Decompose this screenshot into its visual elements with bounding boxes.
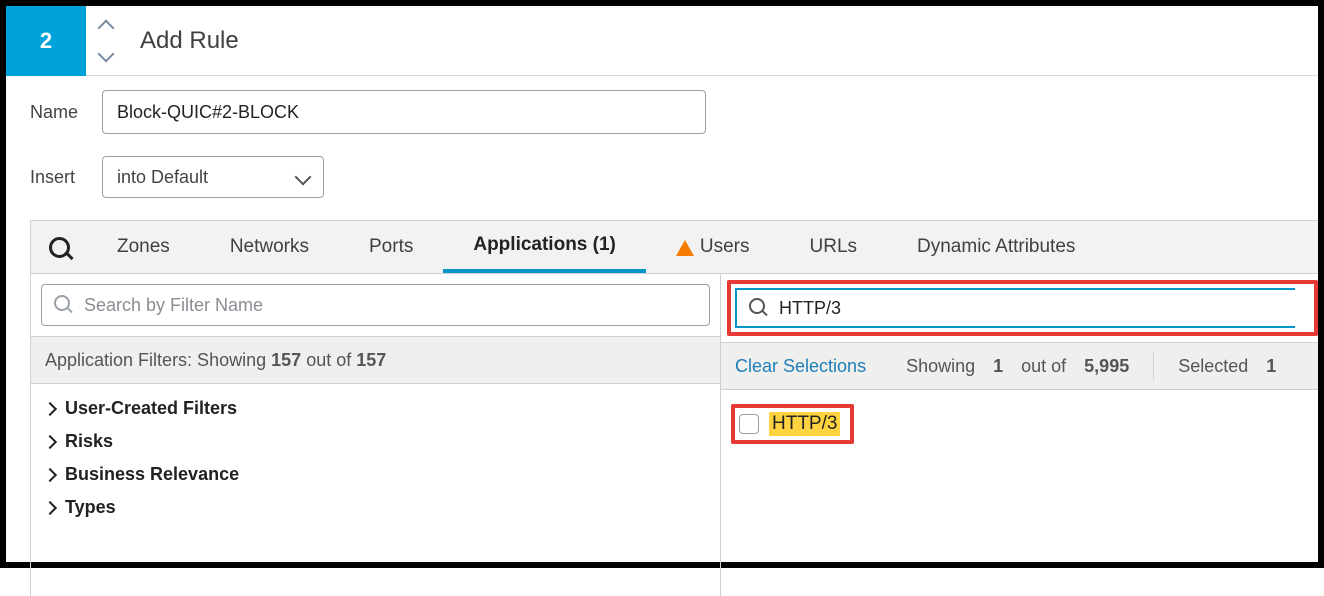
filter-user-created[interactable]: User-Created Filters bbox=[41, 398, 720, 419]
tab-label: Dynamic Attributes bbox=[917, 236, 1075, 258]
tab-urls[interactable]: URLs bbox=[780, 221, 888, 273]
rule-stepper bbox=[86, 6, 126, 76]
tab-label: Applications (1) bbox=[473, 234, 616, 256]
tab-dynamic-attributes[interactable]: Dynamic Attributes bbox=[887, 221, 1105, 273]
insert-row: Insert into Default bbox=[6, 134, 1318, 198]
filter-list: User-Created Filters Risks Business Rele… bbox=[31, 384, 720, 518]
applications-column: Clear Selections Showing 1 out of 5,995 … bbox=[721, 274, 1318, 596]
outof-label: out of bbox=[1021, 356, 1066, 377]
insert-label: Insert bbox=[30, 167, 102, 188]
name-input[interactable] bbox=[102, 90, 706, 134]
search-icon bbox=[749, 298, 769, 318]
app-result-label: HTTP/3 bbox=[769, 412, 840, 436]
tab-applications[interactable]: Applications (1) bbox=[443, 221, 646, 273]
filter-status-prefix: Application Filters: Showing bbox=[45, 350, 266, 371]
insert-select[interactable]: into Default bbox=[102, 156, 324, 198]
filter-label: User-Created Filters bbox=[65, 398, 237, 419]
tab-label: Ports bbox=[369, 236, 413, 258]
app-search-box[interactable] bbox=[735, 288, 1295, 328]
chevron-right-icon bbox=[45, 398, 55, 419]
showing-count: 1 bbox=[993, 356, 1003, 377]
filter-showing: 157 bbox=[271, 350, 301, 371]
selected-count: 1 bbox=[1266, 356, 1276, 377]
app-search-input[interactable] bbox=[779, 298, 1283, 319]
app-status: Clear Selections Showing 1 out of 5,995 … bbox=[721, 342, 1318, 390]
tab-label: Users bbox=[700, 236, 750, 258]
chevron-right-icon bbox=[45, 497, 55, 518]
checkbox[interactable] bbox=[739, 414, 759, 434]
filter-types[interactable]: Types bbox=[41, 497, 720, 518]
filter-total: 157 bbox=[356, 350, 386, 371]
filter-business-relevance[interactable]: Business Relevance bbox=[41, 464, 720, 485]
rule-number: 2 bbox=[40, 28, 52, 54]
name-row: Name bbox=[6, 76, 1318, 134]
tab-search-button[interactable] bbox=[31, 237, 87, 257]
chevron-right-icon bbox=[45, 464, 55, 485]
chevron-down-icon[interactable] bbox=[97, 48, 115, 66]
app-results: HTTP/3 bbox=[721, 390, 1318, 444]
filter-label: Types bbox=[65, 497, 116, 518]
showing-label: Showing bbox=[906, 356, 975, 377]
applications-panel: Application Filters: Showing 157 out of … bbox=[30, 274, 1318, 596]
tab-label: Networks bbox=[230, 236, 309, 258]
tab-users[interactable]: Users bbox=[646, 221, 780, 273]
tab-label: Zones bbox=[117, 236, 170, 258]
divider bbox=[1153, 352, 1154, 380]
filters-column: Application Filters: Showing 157 out of … bbox=[31, 274, 721, 596]
chevron-up-icon[interactable] bbox=[97, 16, 115, 34]
dialog-title: Add Rule bbox=[126, 27, 239, 55]
clear-selections-link[interactable]: Clear Selections bbox=[735, 356, 866, 377]
tab-bar: Zones Networks Ports Applications (1) Us… bbox=[30, 220, 1318, 274]
filter-label: Risks bbox=[65, 431, 113, 452]
filter-search-box[interactable] bbox=[41, 284, 710, 326]
filter-search-row bbox=[31, 274, 720, 336]
selected-label: Selected bbox=[1178, 356, 1248, 377]
chevron-right-icon bbox=[45, 431, 55, 452]
tab-label: URLs bbox=[810, 236, 858, 258]
filter-search-input[interactable] bbox=[84, 295, 697, 316]
insert-value: into Default bbox=[117, 167, 208, 188]
tab-ports[interactable]: Ports bbox=[339, 221, 443, 273]
tab-networks[interactable]: Networks bbox=[200, 221, 339, 273]
name-label: Name bbox=[30, 102, 102, 123]
filter-status: Application Filters: Showing 157 out of … bbox=[31, 336, 720, 384]
app-result-row[interactable]: HTTP/3 bbox=[739, 412, 840, 436]
filter-label: Business Relevance bbox=[65, 464, 239, 485]
warning-icon bbox=[676, 240, 694, 256]
dialog-header: 2 Add Rule bbox=[6, 6, 1318, 76]
total-count: 5,995 bbox=[1084, 356, 1129, 377]
highlight-box: HTTP/3 bbox=[731, 404, 854, 444]
rule-number-badge: 2 bbox=[6, 6, 86, 76]
highlight-box bbox=[727, 280, 1318, 336]
search-icon bbox=[54, 295, 74, 315]
tab-zones[interactable]: Zones bbox=[87, 221, 200, 273]
search-icon bbox=[49, 237, 69, 257]
app-search-row bbox=[721, 274, 1318, 342]
filter-outof-label: out of bbox=[306, 350, 351, 371]
filter-risks[interactable]: Risks bbox=[41, 431, 720, 452]
